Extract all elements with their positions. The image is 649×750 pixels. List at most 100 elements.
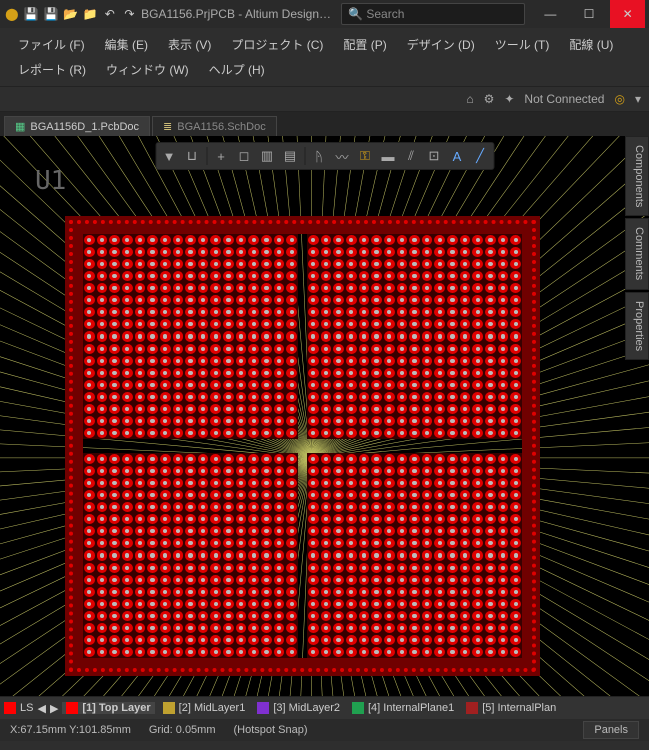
bga-pad[interactable] (498, 368, 509, 378)
bga-pad[interactable] (321, 599, 332, 609)
bga-pad[interactable] (109, 356, 120, 366)
bga-pad[interactable] (397, 368, 408, 378)
bga-pad[interactable] (147, 235, 158, 245)
bga-pad[interactable] (210, 428, 221, 438)
bga-pad[interactable] (333, 356, 344, 366)
bga-pad[interactable] (359, 538, 370, 548)
bga-pad[interactable] (147, 428, 158, 438)
bga-pad[interactable] (286, 247, 297, 257)
bga-pad[interactable] (510, 259, 521, 269)
bga-pad[interactable] (472, 563, 483, 573)
bga-pad[interactable] (447, 259, 458, 269)
layer-icon[interactable]: ▬ (377, 145, 399, 167)
bga-pad[interactable] (122, 344, 133, 354)
bga-pad[interactable] (147, 575, 158, 585)
bga-pad[interactable] (185, 563, 196, 573)
bga-pad[interactable] (384, 575, 395, 585)
bga-pad[interactable] (286, 490, 297, 500)
bga-pad[interactable] (384, 647, 395, 657)
bga-pad[interactable] (333, 490, 344, 500)
bga-pad[interactable] (510, 344, 521, 354)
bga-pad[interactable] (248, 283, 259, 293)
bga-pad[interactable] (185, 344, 196, 354)
bga-pad[interactable] (248, 331, 259, 341)
bga-pad[interactable] (97, 247, 108, 257)
bga-pad[interactable] (286, 428, 297, 438)
bga-pad[interactable] (198, 635, 209, 645)
bga-pad[interactable] (109, 538, 120, 548)
bga-pad[interactable] (185, 416, 196, 426)
bga-pad[interactable] (384, 319, 395, 329)
bga-pad[interactable] (173, 623, 184, 633)
bga-pad[interactable] (210, 344, 221, 354)
bga-pad[interactable] (409, 478, 420, 488)
bga-pad[interactable] (223, 599, 234, 609)
bga-pad[interactable] (346, 478, 357, 488)
bga-pad[interactable] (384, 344, 395, 354)
bga-pad[interactable] (472, 599, 483, 609)
bga-pad[interactable] (397, 502, 408, 512)
bga-pad[interactable] (346, 454, 357, 464)
bga-pad[interactable] (248, 416, 259, 426)
bga-pad[interactable] (472, 526, 483, 536)
bga-pad[interactable] (97, 502, 108, 512)
bga-pad[interactable] (434, 380, 445, 390)
menu-project[interactable]: プロジェクト (C) (221, 32, 333, 57)
bga-pad[interactable] (135, 466, 146, 476)
bga-pad[interactable] (346, 356, 357, 366)
bga-pad[interactable] (510, 235, 521, 245)
bga-pad[interactable] (321, 635, 332, 645)
bga-pad[interactable] (160, 454, 171, 464)
bga-pad[interactable] (210, 259, 221, 269)
bga-pad[interactable] (384, 587, 395, 597)
bga-pad[interactable] (359, 611, 370, 621)
bga-pad[interactable] (422, 502, 433, 512)
bga-pad[interactable] (371, 575, 382, 585)
undo-icon[interactable]: ↶ (102, 5, 118, 23)
bga-pad[interactable] (485, 502, 496, 512)
bga-pad[interactable] (346, 344, 357, 354)
bga-pad[interactable] (384, 563, 395, 573)
bga-pad[interactable] (185, 550, 196, 560)
bga-pad[interactable] (173, 331, 184, 341)
bga-pad[interactable] (185, 235, 196, 245)
bga-pad[interactable] (384, 526, 395, 536)
bga-pad[interactable] (485, 331, 496, 341)
bga-pad[interactable] (261, 428, 272, 438)
bga-pad[interactable] (185, 307, 196, 317)
bga-pad[interactable] (460, 563, 471, 573)
bga-pad[interactable] (321, 380, 332, 390)
home-icon[interactable]: ⌂ (466, 92, 473, 106)
bga-pad[interactable] (510, 502, 521, 512)
save-icon[interactable]: 💾 (24, 5, 40, 23)
bga-pad[interactable] (185, 283, 196, 293)
bga-pad[interactable] (160, 368, 171, 378)
bga-pad[interactable] (173, 538, 184, 548)
bga-pad[interactable] (286, 271, 297, 281)
bga-pad[interactable] (97, 380, 108, 390)
layer-tab-top[interactable]: [1] Top Layer (62, 702, 154, 714)
bga-pad[interactable] (147, 635, 158, 645)
bga-pad[interactable] (371, 307, 382, 317)
bga-pad[interactable] (286, 454, 297, 464)
bga-pad[interactable] (97, 259, 108, 269)
bga-pad[interactable] (333, 295, 344, 305)
bga-pad[interactable] (359, 587, 370, 597)
bga-pad[interactable] (274, 635, 285, 645)
bga-pad[interactable] (109, 235, 120, 245)
bga-pad[interactable] (447, 319, 458, 329)
bga-pad[interactable] (460, 538, 471, 548)
bga-pad[interactable] (397, 247, 408, 257)
bga-pad[interactable] (160, 356, 171, 366)
bga-pad[interactable] (173, 283, 184, 293)
bga-pad[interactable] (274, 454, 285, 464)
bga-pad[interactable] (223, 344, 234, 354)
bga-pad[interactable] (460, 502, 471, 512)
bga-pad[interactable] (147, 271, 158, 281)
bga-pad[interactable] (274, 466, 285, 476)
bga-pad[interactable] (122, 635, 133, 645)
bga-pad[interactable] (333, 416, 344, 426)
bga-pad[interactable] (359, 344, 370, 354)
bga-pad[interactable] (422, 356, 433, 366)
bga-pad[interactable] (510, 271, 521, 281)
